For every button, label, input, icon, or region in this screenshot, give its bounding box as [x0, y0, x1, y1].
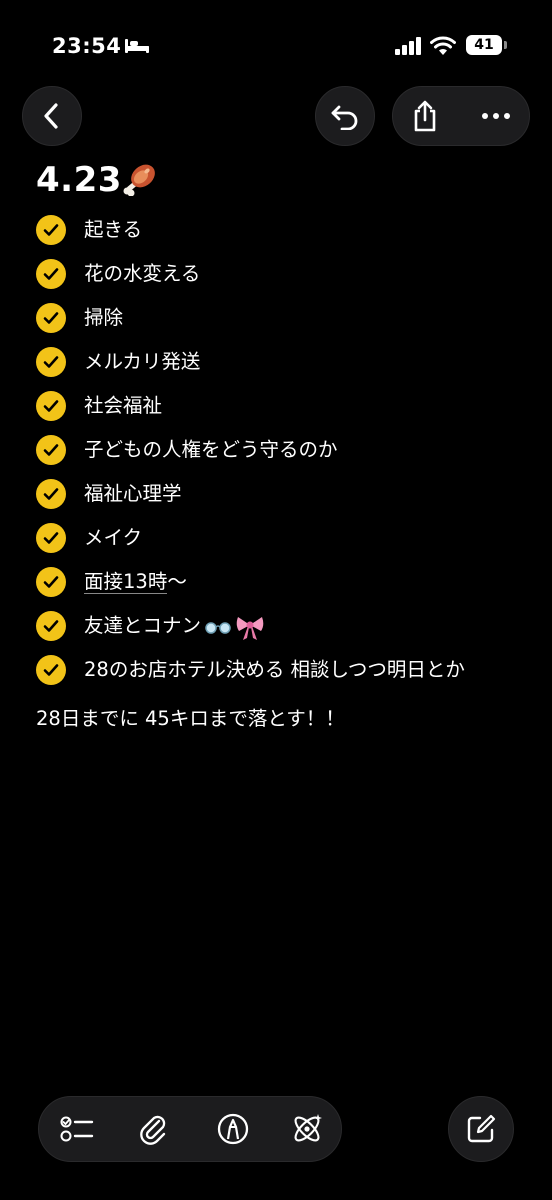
trailing-text: 〜: [167, 570, 187, 593]
undo-icon: [331, 105, 358, 130]
checklist-item-text[interactable]: 掃除: [84, 302, 123, 334]
checkbox-checked[interactable]: [36, 347, 66, 377]
checkbox-checked[interactable]: [36, 435, 66, 465]
checklist-item-text[interactable]: 起きる: [84, 214, 142, 246]
checklist-icon: [60, 1116, 94, 1142]
compose-icon: [467, 1114, 496, 1143]
ai-button[interactable]: [277, 1097, 337, 1161]
checklist-item: 花の水変える: [36, 258, 526, 290]
bed-icon: [125, 39, 149, 53]
checklist-item-text[interactable]: 28のお店ホテル決める 相談しつつ明日とか: [84, 654, 465, 686]
checkmark-icon: [43, 488, 59, 500]
back-icon: [44, 103, 58, 129]
checkbox-checked[interactable]: [36, 567, 66, 597]
checkmark-icon: [43, 576, 59, 588]
checkbox-checked[interactable]: [36, 611, 66, 641]
checkmark-icon: [43, 268, 59, 280]
checklist-item-text[interactable]: 子どもの人権をどう守るのか: [84, 434, 338, 466]
checkmark-icon: [43, 532, 59, 544]
checklist-item: 掃除: [36, 302, 526, 334]
checkbox-checked[interactable]: [36, 479, 66, 509]
markup-button[interactable]: [203, 1097, 263, 1161]
checklist-item-text[interactable]: メルカリ発送: [84, 346, 200, 378]
checklist-item: 28のお店ホテル決める 相談しつつ明日とか: [36, 654, 526, 686]
checkbox-checked[interactable]: [36, 391, 66, 421]
wifi-icon: [430, 36, 456, 55]
checkmark-icon: [43, 356, 59, 368]
checklist-button[interactable]: [47, 1097, 107, 1161]
checkmark-icon: [43, 224, 59, 236]
share-button[interactable]: [393, 87, 457, 145]
battery-level: 41: [474, 37, 494, 53]
checkbox-checked[interactable]: [36, 259, 66, 289]
note-title[interactable]: 4.23: [36, 160, 122, 200]
checklist-item-text[interactable]: 花の水変える: [84, 258, 200, 290]
undo-button[interactable]: [315, 86, 375, 146]
checkmark-icon: [43, 312, 59, 324]
checklist-item-text[interactable]: 社会福祉: [84, 390, 162, 422]
checkbox-checked[interactable]: [36, 655, 66, 685]
battery-tip: [504, 41, 507, 49]
attachment-button[interactable]: [123, 1097, 183, 1161]
ribbon-icon: [236, 616, 264, 640]
checklist-item: 友達とコナン: [36, 610, 526, 642]
checklist-item-text[interactable]: 面接13時〜: [84, 566, 187, 598]
checkbox-checked[interactable]: [36, 303, 66, 333]
share-more-group: [392, 86, 530, 146]
battery-indicator: 41: [466, 35, 502, 55]
more-button[interactable]: [463, 87, 529, 145]
checklist-item-text[interactable]: 友達とコナン: [84, 610, 265, 642]
checklist-item: 子どもの人権をどう守るのか: [36, 434, 526, 466]
checkmark-icon: [43, 400, 59, 412]
more-icon: [482, 113, 510, 119]
checklist-item: 面接13時〜: [36, 566, 526, 598]
note-body-text[interactable]: 28日までに 45キロまで落とす！！: [36, 703, 345, 735]
checkmark-icon: [43, 444, 59, 456]
status-bar: 23:54 41: [0, 0, 552, 90]
bottom-toolbar: [38, 1096, 342, 1162]
share-icon: [414, 100, 436, 132]
back-button[interactable]: [22, 86, 82, 146]
status-time: 23:54: [52, 34, 122, 58]
checklist-item: 起きる: [36, 214, 526, 246]
glasses-icon: [205, 621, 231, 634]
checkbox-checked[interactable]: [36, 215, 66, 245]
item-label: 友達とコナン: [84, 614, 202, 637]
checklist-item: 福祉心理学: [36, 478, 526, 510]
ai-icon: [294, 1114, 322, 1142]
checklist-item-text[interactable]: メイク: [84, 522, 142, 554]
markup-icon: [217, 1113, 249, 1145]
checklist-item: メルカリ発送: [36, 346, 526, 378]
checklist-item: 社会福祉: [36, 390, 526, 422]
attachment-icon: [140, 1115, 166, 1145]
underlined-text: 面接13時: [84, 570, 168, 594]
compose-button[interactable]: [448, 1096, 514, 1162]
checkbox-checked[interactable]: [36, 523, 66, 553]
meat-on-bone-icon: [123, 164, 155, 196]
signal-icon: [395, 37, 421, 55]
checkmark-icon: [43, 620, 59, 632]
checklist-item: メイク: [36, 522, 526, 554]
checkmark-icon: [43, 664, 59, 676]
checklist-item-text[interactable]: 福祉心理学: [84, 478, 182, 510]
